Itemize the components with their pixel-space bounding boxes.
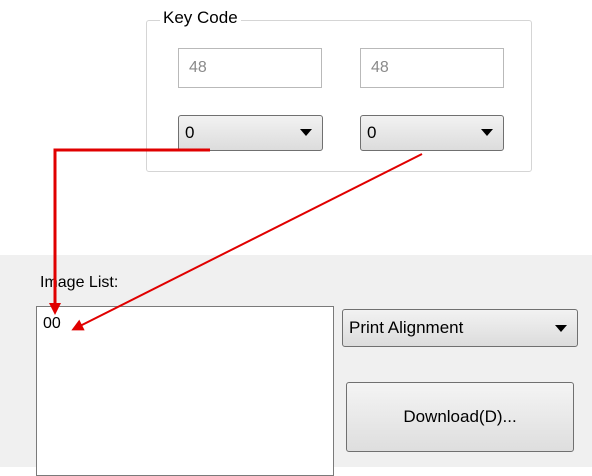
dropdown-arrow-icon (555, 325, 567, 332)
print-alignment-dropdown[interactable]: Print Alignment (342, 309, 578, 347)
key-code-caption: Key Code (160, 8, 241, 28)
key-code-combo-left[interactable]: 0 (178, 115, 323, 151)
key-code-field-left[interactable]: 48 (178, 48, 322, 88)
key-code-combo-left-value: 0 (185, 123, 195, 142)
image-list-label: Image List: (40, 274, 119, 291)
dropdown-arrow-icon (300, 129, 312, 136)
image-listbox[interactable]: 00 (36, 306, 334, 476)
list-item[interactable]: 00 (43, 315, 61, 333)
key-code-field-right[interactable]: 48 (360, 48, 504, 88)
print-alignment-value: Print Alignment (349, 318, 464, 337)
download-button[interactable]: Download(D)... (346, 382, 574, 452)
key-code-combo-right[interactable]: 0 (360, 115, 504, 151)
dropdown-arrow-icon (481, 129, 493, 136)
key-code-combo-right-value: 0 (367, 123, 377, 142)
